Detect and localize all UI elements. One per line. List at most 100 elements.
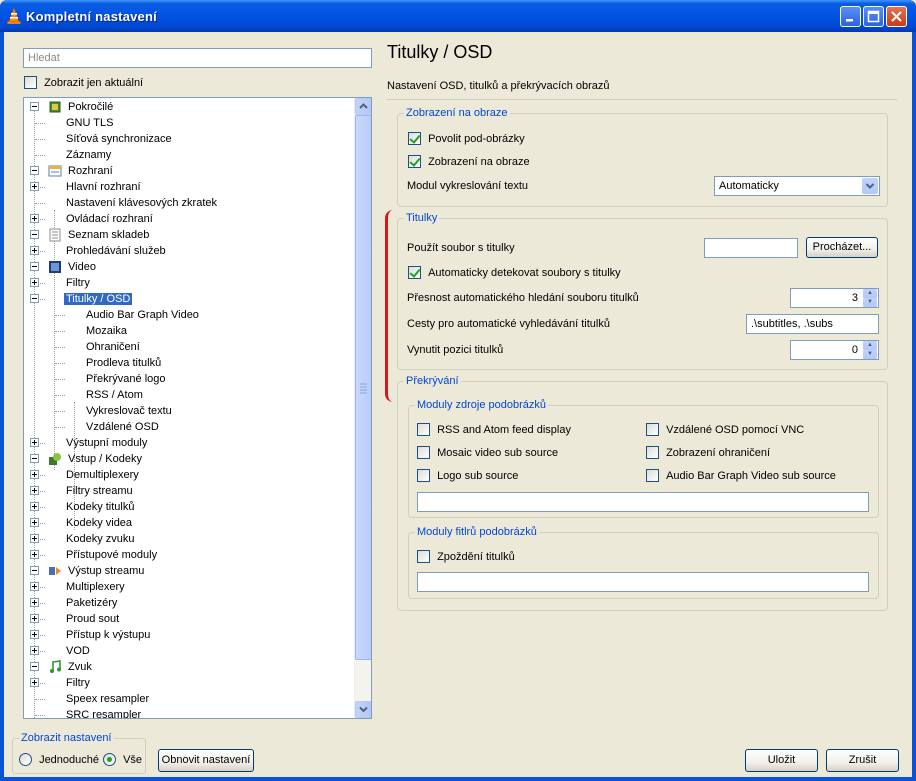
tree-item[interactable]: VOD [64, 643, 92, 659]
tree-item[interactable]: Nastavení klávesových zkratek [64, 195, 219, 211]
scroll-up-button[interactable] [355, 98, 371, 115]
category-tree[interactable]: Pokročilé GNU TLS Síťová synchronizace Zázn… [23, 97, 372, 719]
fuzzy-spinbox[interactable]: 3 ▲ ▼ [790, 288, 879, 308]
tree-item[interactable]: Ovládací rozhraní [64, 211, 155, 227]
expand-icon[interactable] [30, 502, 39, 511]
scroll-down-button[interactable] [355, 701, 371, 718]
expand-icon[interactable] [30, 182, 39, 191]
radio-all[interactable]: Vše [103, 753, 142, 766]
radio-all-circle[interactable] [103, 753, 116, 766]
spin-up-button[interactable]: ▲ [863, 341, 877, 350]
tree-item[interactable]: Rozhraní [48, 163, 115, 179]
tree-item[interactable]: Seznam skladeb [48, 227, 151, 243]
tree-item[interactable]: Přístup k výstupu [64, 627, 152, 643]
audiobar-checkbox[interactable]: Audio Bar Graph Video sub source [646, 469, 836, 482]
only-current-checkbox[interactable]: Zobrazit jen aktuální [24, 76, 143, 89]
subtitle-file-input[interactable] [704, 238, 798, 258]
expand-icon[interactable] [30, 518, 39, 527]
tree-item[interactable]: Multiplexery [64, 579, 127, 595]
tree-item[interactable]: Video [48, 259, 98, 275]
tree-item[interactable]: SRC resampler [64, 707, 143, 718]
collapse-icon[interactable] [30, 262, 39, 271]
subtitle-paths-input[interactable]: .\subtitles, .\subs [746, 314, 879, 334]
dropdown-arrow-button[interactable] [862, 178, 878, 194]
tree-item[interactable]: Ohraničení [84, 339, 142, 355]
tree-item[interactable]: Prohledávání služeb [64, 243, 168, 259]
expand-icon[interactable] [30, 646, 39, 655]
tree-item[interactable]: Pokročilé [48, 99, 115, 115]
tree-item[interactable]: Vzdálené OSD [84, 419, 161, 435]
tree-item[interactable]: Filtry streamu [64, 483, 135, 499]
reset-preferences-button[interactable]: Obnovit nastavení [158, 749, 254, 772]
enable-osd-check[interactable] [408, 155, 421, 168]
tree-item[interactable]: Záznamy [64, 147, 113, 163]
only-current-check[interactable] [24, 76, 37, 89]
expand-icon[interactable] [30, 438, 39, 447]
expand-icon[interactable] [30, 214, 39, 223]
enable-osd-checkbox[interactable]: Zobrazení na obraze [408, 155, 530, 168]
tree-item[interactable]: Paketizéry [64, 595, 119, 611]
tree-item[interactable]: Síťová synchronizace [64, 131, 174, 147]
tree-item[interactable]: Hlavní rozhraní [64, 179, 143, 195]
mosaic-checkbox[interactable]: Mosaic video sub source [417, 446, 558, 459]
tree-item[interactable]: Audio Bar Graph Video [84, 307, 201, 323]
logo-checkbox[interactable]: Logo sub source [417, 469, 518, 482]
expand-icon[interactable] [30, 630, 39, 639]
tree-item[interactable]: RSS / Atom [84, 387, 145, 403]
subfilter-text-input[interactable] [417, 572, 869, 592]
logo-check[interactable] [417, 469, 430, 482]
expand-icon[interactable] [30, 486, 39, 495]
marq-check[interactable] [646, 446, 659, 459]
enable-subpictures-check[interactable] [408, 132, 421, 145]
expand-icon[interactable] [30, 278, 39, 287]
expand-icon[interactable] [30, 246, 39, 255]
marq-checkbox[interactable]: Zobrazení ohraničení [646, 446, 770, 459]
spin-down-button[interactable]: ▼ [863, 298, 877, 307]
rss-checkbox[interactable]: RSS and Atom feed display [417, 423, 571, 436]
tree-item[interactable]: Překrývané logo [84, 371, 168, 387]
collapse-icon[interactable] [30, 102, 39, 111]
mosaic-check[interactable] [417, 446, 430, 459]
tree-item[interactable]: Demultiplexery [64, 467, 141, 483]
tree-item[interactable]: Kodeky titulků [64, 499, 136, 515]
tree-item[interactable]: Prodleva titulků [84, 355, 163, 371]
collapse-icon[interactable] [30, 166, 39, 175]
expand-icon[interactable] [30, 550, 39, 559]
tree-item[interactable]: Proud sout [64, 611, 121, 627]
radio-simple[interactable]: Jednoduché [19, 753, 99, 766]
autodetect-checkbox[interactable]: Automaticky detekovat soubory s titulky [408, 266, 621, 279]
autodetect-check[interactable] [408, 266, 421, 279]
tree-scrollbar[interactable] [354, 98, 371, 718]
expand-icon[interactable] [30, 582, 39, 591]
tree-item[interactable]: Speex resampler [64, 691, 151, 707]
expand-icon[interactable] [30, 534, 39, 543]
tree-item[interactable]: Přístupové moduly [64, 547, 159, 563]
tree-item[interactable]: Vykreslovač textu [84, 403, 174, 419]
audiobar-check[interactable] [646, 469, 659, 482]
tree-item[interactable]: Mozaika [84, 323, 129, 339]
tree-item[interactable]: Výstupní moduly [64, 435, 149, 451]
tree-item[interactable]: Zvuk [48, 659, 94, 675]
text-renderer-select[interactable]: Automaticky [714, 176, 880, 196]
tree-item[interactable]: Kodeky videa [64, 515, 134, 531]
cancel-button[interactable]: Zrušit [826, 749, 899, 772]
collapse-icon[interactable] [30, 230, 39, 239]
search-input[interactable]: Hledat [23, 48, 372, 68]
expand-icon[interactable] [30, 470, 39, 479]
enable-subpictures-checkbox[interactable]: Povolit pod-obrázky [408, 132, 525, 145]
expand-icon[interactable] [30, 598, 39, 607]
collapse-icon[interactable] [30, 566, 39, 575]
tree-item[interactable]: Filtry [64, 275, 92, 291]
title-bar[interactable]: Kompletní nastavení [0, 0, 916, 32]
rss-check[interactable] [417, 423, 430, 436]
minimize-button[interactable] [840, 6, 861, 27]
tree-item[interactable]: Vstup / Kodeky [48, 451, 144, 467]
subdelay-checkbox[interactable]: Zpoždění titulků [417, 550, 515, 563]
save-button[interactable]: Uložit [745, 749, 818, 772]
subdelay-check[interactable] [417, 550, 430, 563]
radio-simple-circle[interactable] [19, 753, 32, 766]
vnc-osd-check[interactable] [646, 423, 659, 436]
scroll-thumb[interactable] [355, 115, 371, 660]
collapse-icon[interactable] [30, 662, 39, 671]
tree-item[interactable]: GNU TLS [64, 115, 115, 131]
